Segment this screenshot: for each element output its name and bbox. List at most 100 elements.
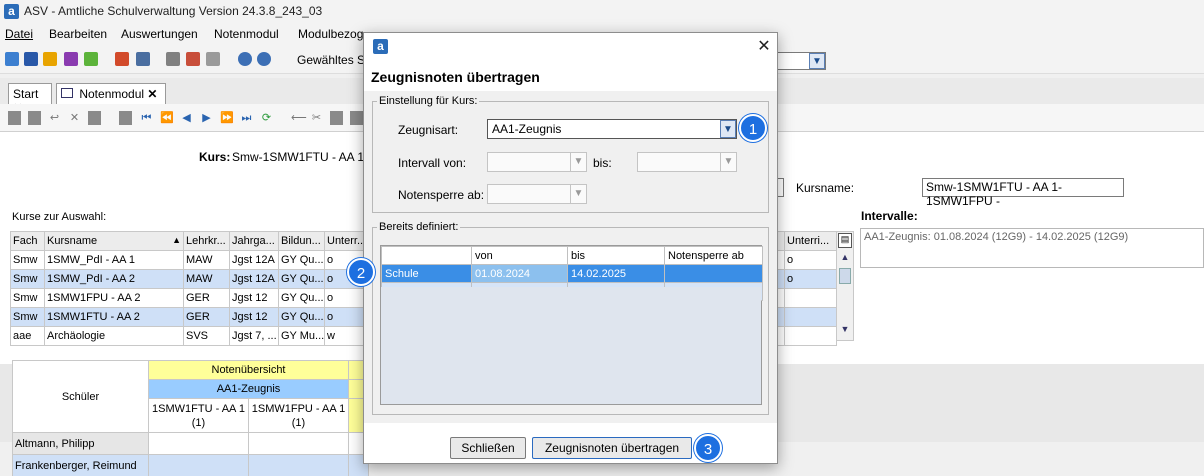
grade-cell[interactable] [148,432,249,455]
class-icon[interactable] [24,52,38,66]
first-record-icon[interactable]: ⏮ [140,111,153,125]
print-icon[interactable] [136,52,150,66]
scroll-up-icon[interactable]: ▲ [838,252,852,266]
fast-back-icon[interactable]: ⏪ [160,111,174,125]
app-title: ASV - Amtliche Schulverwaltung Version 2… [24,4,323,18]
column-header[interactable]: Bildun... [278,231,325,251]
kursname-field[interactable]: Smw-1SMW1FTU - AA 1-1SMW1FPU - [922,178,1124,208]
table-cell: o [784,269,837,289]
chevron-down-icon[interactable]: ▼ [720,120,736,138]
table-cell: GY Qu... [278,288,325,308]
grade-cell[interactable] [248,432,349,455]
previous-icon[interactable]: ◀ [180,111,193,125]
student-row[interactable]: Altmann, Philipp [12,432,149,455]
menu-modulbezogen[interactable]: Modulbezog [298,27,363,41]
menu-datei[interactable]: Datei [5,27,33,41]
notensperre-select[interactable]: ▼ [487,184,587,204]
chevron-down-icon[interactable]: ▼ [809,53,825,69]
column-header[interactable]: Unterri... [784,231,837,251]
intervall-bis-select[interactable]: ▼ [637,152,737,172]
refresh-icon[interactable]: ⟳ [260,111,273,125]
course-column-header[interactable]: 1SMW1FTU - AA 1 (1) [148,398,249,433]
student-header: Schüler [12,360,149,433]
copy-icon[interactable] [166,52,180,66]
table-cell: Jgst 12 [229,307,279,327]
course-column-header[interactable]: 1SMW1FPU - AA 1 (1) [248,398,349,433]
interval-item: AA1-Zeugnis: 01.08.2024 (12G9) - 14.02.2… [864,231,1129,243]
column-chooser-icon[interactable]: ▤ [838,233,852,248]
lightning-icon[interactable] [206,52,220,66]
transfer-grades-dialog: a ✕ Zeugnisnoten übertragen Einstellung … [363,32,778,464]
bis-cell[interactable]: 14.02.2025 [567,264,665,283]
cut-icon[interactable]: ✂ [310,111,323,125]
column-header[interactable]: Lehrkr... [183,231,230,251]
column-header[interactable]: Fach [10,231,45,251]
courses-scrollbar[interactable]: ▤ ▲ ▼ [836,231,854,341]
kursname-label: Kursname: [796,181,855,195]
chevron-down-icon[interactable]: ▼ [720,153,736,171]
chat-icon[interactable] [84,52,98,66]
column-header[interactable]: Kursname ▲ [44,231,184,251]
form-icon[interactable] [88,111,101,125]
menu-bearbeiten[interactable]: Bearbeiten [49,27,107,41]
sperre-cell[interactable] [664,264,763,283]
table-cell: Smw [10,307,45,327]
users-icon[interactable] [5,52,19,66]
table-cell: Smw [10,269,45,289]
close-icon[interactable]: ✕ [754,37,774,57]
grade-cell[interactable] [248,454,349,476]
zeugnisart-select[interactable]: AA1-Zeugnis ▼ [487,119,737,139]
scroll-thumb[interactable] [839,268,851,284]
info-icon[interactable] [238,52,252,66]
close-button[interactable]: Schließen [450,437,526,459]
menu-notenmodul[interactable]: Notenmodul [214,27,279,41]
table-cell: 1SMW_PdI - AA 1 [44,250,184,270]
report-icon[interactable] [115,52,129,66]
delete-icon[interactable]: ✕ [68,111,81,125]
help-icon[interactable] [257,52,271,66]
transfer-grades-button[interactable]: Zeugnisnoten übertragen [532,437,692,459]
group-title: Bereits definiert: [379,221,459,233]
chevron-down-icon[interactable]: ▼ [570,185,586,203]
table-row[interactable]: Schule 01.08.2024 14.02.2025 [381,264,763,283]
tab-notenmodul[interactable]: Notenmodul ✕ [56,83,166,104]
chevron-down-icon[interactable]: ▼ [570,153,586,171]
clipboard-icon[interactable] [350,111,363,125]
von-cell[interactable]: 01.08.2024 [471,264,568,283]
column-header[interactable]: Notensperre ab [664,246,763,265]
intervall-von-select[interactable]: ▼ [487,152,587,172]
fast-forward-icon[interactable]: ⏩ [220,111,234,125]
course-icon[interactable] [64,52,78,66]
dialog-title: Zeugnisnoten übertragen [371,69,540,85]
copy-record-icon[interactable] [119,111,132,125]
save-icon[interactable] [28,111,41,125]
next-icon[interactable]: ▶ [200,111,213,125]
dialog-body: Einstellung für Kurs: Zeugnisart: AA1-Ze… [364,91,777,423]
group-icon[interactable] [43,52,57,66]
column-header[interactable]: bis [567,246,665,265]
undo-icon[interactable]: ↩ [48,111,61,125]
table-cell: Jgst 7, ... [229,326,279,346]
close-icon[interactable]: ✕ [147,87,157,101]
last-record-icon[interactable]: ⏭ [240,111,253,125]
menu-auswertungen[interactable]: Auswertungen [121,27,198,41]
column-header[interactable]: Jahrga... [229,231,279,251]
intervals-list[interactable]: AA1-Zeugnis: 01.08.2024 (12G9) - 14.02.2… [860,228,1204,268]
defined-intervals-table-frame: von bis Notensperre ab Schule 01.08.2024… [380,245,763,405]
selection-combo[interactable]: ▼ [770,52,826,70]
column-header[interactable]: von [471,246,568,265]
student-row[interactable]: Frankenberger, Reimund [12,454,149,476]
grade-cell[interactable] [148,454,249,476]
arrow-left-icon[interactable]: ⟵ [291,111,307,125]
tab-start[interactable]: Start ✕ [8,83,52,115]
paste-icon[interactable] [330,111,343,125]
new-icon[interactable] [8,111,21,125]
overview-header: Notenübersicht [148,360,349,380]
table-empty-area [381,287,761,404]
tab-start-label: Start [13,87,39,101]
step-badge-3: 3 [694,434,722,462]
column-header[interactable] [381,246,472,265]
table-icon [61,88,73,98]
scroll-down-icon[interactable]: ▼ [838,324,852,338]
calendar-icon[interactable] [186,52,200,66]
